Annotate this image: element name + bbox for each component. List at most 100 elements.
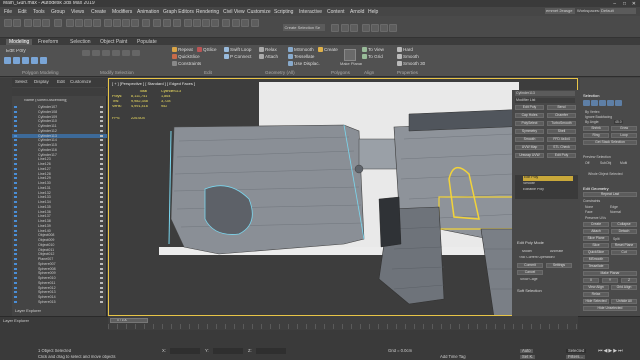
- visibility-icon[interactable]: [14, 115, 17, 118]
- visibility-icon[interactable]: [14, 177, 17, 180]
- freeze-icon[interactable]: [100, 224, 103, 227]
- set-key-button[interactable]: Set K.: [520, 355, 536, 360]
- visibility-icon[interactable]: [14, 300, 17, 303]
- slice-button[interactable]: Slice: [583, 243, 609, 248]
- angle-value[interactable]: 45.0: [614, 120, 623, 124]
- p-connect-button[interactable]: P Connect: [224, 54, 251, 59]
- freeze-icon[interactable]: [100, 234, 103, 237]
- by-angle-checkbox[interactable]: By Angle:: [585, 120, 599, 124]
- tessellate-button-cp[interactable]: Tessellate: [583, 264, 609, 269]
- ring-icon[interactable]: [112, 50, 120, 56]
- element-icon[interactable]: [40, 57, 47, 64]
- visibility-icon[interactable]: [14, 281, 17, 284]
- cancel-button[interactable]: Cancel: [517, 270, 543, 275]
- create-button-cp[interactable]: Create: [583, 222, 609, 227]
- group-modify-selection[interactable]: Modify Selection: [100, 70, 134, 75]
- visibility-icon[interactable]: [14, 134, 17, 137]
- reset-plane-button[interactable]: Reset Plane: [611, 243, 637, 248]
- freeze-icon[interactable]: [100, 172, 103, 175]
- freeze-icon[interactable]: [100, 139, 103, 142]
- visibility-icon[interactable]: [14, 153, 17, 156]
- table-row[interactable]: Sphere011: [12, 281, 107, 285]
- visibility-icon[interactable]: [14, 286, 17, 289]
- freeze-icon[interactable]: [100, 148, 103, 151]
- to-view-button[interactable]: To View: [362, 47, 384, 52]
- ignore-backfacing-checkbox[interactable]: Ignore Backfacing: [585, 115, 612, 119]
- snaps-icon[interactable]: [184, 19, 192, 27]
- visibility-icon[interactable]: [14, 291, 17, 294]
- cut-button[interactable]: Cut: [611, 250, 637, 255]
- modifier-button[interactable]: STL Check: [547, 145, 576, 150]
- layer-explorer-tab[interactable]: Layer Explorer: [3, 319, 29, 323]
- menu-civil-view[interactable]: Civil View: [223, 9, 245, 15]
- visibility-icon[interactable]: [14, 106, 17, 108]
- constraints-button[interactable]: Constraints: [172, 61, 201, 66]
- visibility-icon[interactable]: [14, 267, 17, 270]
- radio-model[interactable]: Model: [522, 250, 532, 254]
- table-row[interactable]: Object009: [12, 238, 107, 242]
- material-editor-icon[interactable]: [362, 24, 370, 32]
- select-place-icon[interactable]: [131, 19, 139, 27]
- gun-model[interactable]: [109, 79, 578, 316]
- render-setup-icon[interactable]: [371, 24, 379, 32]
- table-row[interactable]: Object011: [12, 248, 107, 252]
- table-row[interactable]: Sphere007: [12, 262, 107, 266]
- menu-animation[interactable]: Animation: [137, 9, 159, 15]
- axis-y-button[interactable]: Y: [602, 278, 618, 283]
- show-cage-checkbox[interactable]: Show Cage: [520, 278, 538, 281]
- next-frame-icon[interactable]: ▶: [613, 348, 617, 360]
- curve-editor-icon[interactable]: [341, 24, 349, 32]
- visibility-icon[interactable]: [14, 201, 17, 203]
- table-row[interactable]: Line140: [12, 229, 107, 233]
- get-stack-selection-button[interactable]: Get Stack Selection: [583, 140, 637, 145]
- visibility-icon[interactable]: [14, 191, 17, 194]
- modifier-button[interactable]: Symmetry: [515, 129, 544, 134]
- layers-icon[interactable]: [251, 19, 259, 27]
- freeze-icon[interactable]: [100, 296, 103, 298]
- table-row[interactable]: Line137: [12, 214, 107, 218]
- auto-key-button[interactable]: Auto: [520, 349, 533, 354]
- settings-button[interactable]: Settings: [546, 263, 572, 268]
- freeze-icon[interactable]: [100, 115, 103, 118]
- table-row[interactable]: Line133: [12, 195, 107, 199]
- menu-arnold[interactable]: Arnold: [350, 9, 364, 15]
- freeze-icon[interactable]: [100, 144, 103, 146]
- visibility-icon[interactable]: [14, 262, 17, 265]
- freeze-icon[interactable]: [100, 201, 103, 203]
- hide-unselected-button[interactable]: Hide Unselected: [583, 306, 637, 311]
- rendered-frame-icon[interactable]: [380, 24, 388, 32]
- loop-button[interactable]: Loop: [611, 133, 637, 138]
- freeze-icon[interactable]: [100, 120, 103, 123]
- edge-icon[interactable]: [13, 57, 20, 64]
- radio-animate[interactable]: Animate: [550, 250, 563, 254]
- visibility-icon[interactable]: [14, 163, 17, 165]
- preview-subobj-radio[interactable]: SubObj: [600, 161, 611, 165]
- freeze-icon[interactable]: [100, 286, 103, 289]
- hard-button[interactable]: Hard: [397, 47, 413, 52]
- rect-select-icon[interactable]: [84, 19, 92, 27]
- freeze-icon[interactable]: [100, 129, 103, 132]
- ring-button[interactable]: Ring: [583, 133, 609, 138]
- msmooth-button-cp[interactable]: MSmooth: [583, 257, 609, 262]
- select-move-icon[interactable]: [104, 19, 112, 27]
- table-row[interactable]: Sphere009: [12, 271, 107, 275]
- soft-selection-rollout[interactable]: Soft Selection: [517, 289, 542, 293]
- selected-dropdown[interactable]: Selected: [566, 349, 587, 354]
- freeze-icon[interactable]: [100, 125, 103, 127]
- add-time-tag-button[interactable]: Add Time Tag: [440, 355, 466, 359]
- column-header-name[interactable]: Name (Sorted Ascending): [24, 99, 67, 103]
- modifier-button[interactable]: Shell: [547, 129, 576, 134]
- table-row[interactable]: Line131: [12, 186, 107, 190]
- repeat-button[interactable]: Repeat: [172, 47, 193, 52]
- modifier-button[interactable]: UVW Map: [515, 145, 544, 150]
- visibility-icon[interactable]: [14, 120, 17, 123]
- table-row[interactable]: Cylinder113: [12, 133, 107, 138]
- visibility-icon[interactable]: [14, 182, 17, 184]
- key-filters-button[interactable]: Filters...: [566, 355, 585, 360]
- menu-help[interactable]: Help: [368, 9, 378, 15]
- freeze-icon[interactable]: [100, 106, 103, 108]
- percent-snap-icon[interactable]: [202, 19, 210, 27]
- visibility-icon[interactable]: [14, 220, 17, 222]
- edge-mode-icon[interactable]: [591, 100, 598, 106]
- edit-poly-mode-rollout[interactable]: Edit Poly Mode: [517, 241, 544, 245]
